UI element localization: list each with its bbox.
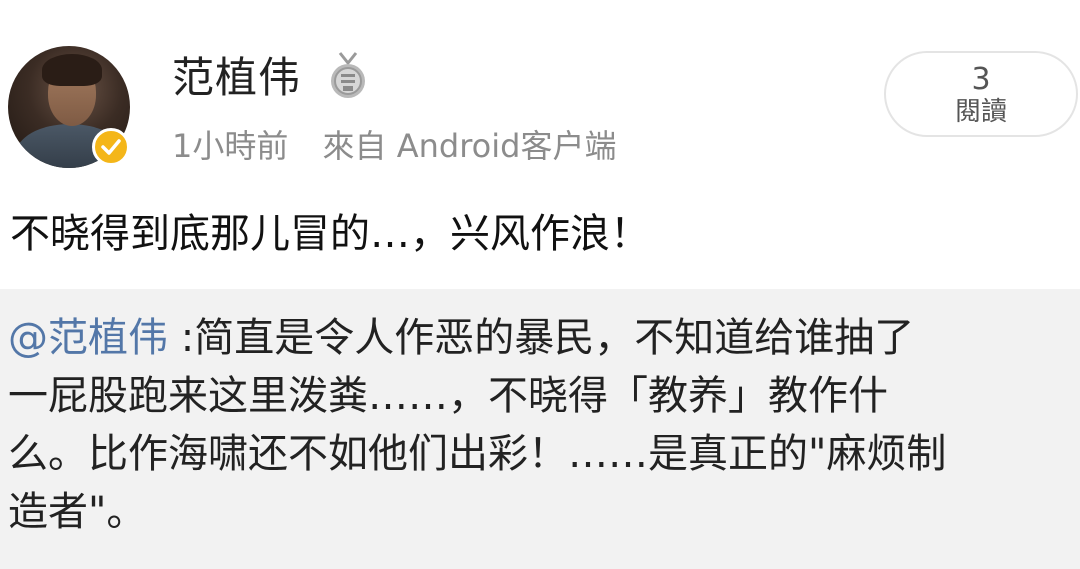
quoted-post[interactable]: @范植伟 :简直是令人作恶的暴民，不知道给谁抽了 一屁股跑来这里泼粪……，不晓得… [0, 289, 1080, 569]
checkmark-icon [101, 139, 121, 155]
post-time: 1小時前 [172, 127, 289, 165]
read-count: 3 [971, 62, 991, 97]
quoted-text: @范植伟 :简直是令人作恶的暴民，不知道给谁抽了 一屁股跑来这里泼粪……，不晓得… [8, 309, 1074, 541]
mention-link[interactable]: @范植伟 [8, 315, 168, 361]
weibo-post: 范植伟 1小時前 來自 Android客户端 3 閱讀 不晓得到底那儿冒的…，兴… [0, 0, 1080, 569]
avatar-hair [42, 54, 102, 86]
post-header: 范植伟 1小時前 來自 Android客户端 3 閱讀 [0, 0, 1080, 185]
verified-badge-icon [92, 128, 130, 166]
quoted-line-3: 么。比作海啸还不如他们出彩！……是真正的"麻烦制 [8, 431, 947, 477]
username[interactable]: 范植伟 [172, 52, 301, 104]
quoted-line-1-text: :简直是令人作恶的暴民，不知道给谁抽了 [168, 315, 915, 361]
post-meta: 1小時前 來自 Android客户端 [172, 124, 616, 168]
post-source: 來自 Android客户端 [322, 127, 617, 165]
medal-icon[interactable] [328, 51, 368, 103]
quoted-line-4: 造者"。 [8, 489, 147, 535]
quoted-line-2: 一屁股跑来这里泼粪……，不晓得「教养」教作什 [8, 373, 888, 419]
read-label: 閱讀 [954, 97, 1007, 127]
read-count-button[interactable]: 3 閱讀 [884, 51, 1078, 137]
post-body: 不晓得到底那儿冒的…，兴风作浪！ [10, 211, 650, 257]
quoted-line-1: @范植伟 :简直是令人作恶的暴民，不知道给谁抽了 [8, 309, 1074, 367]
